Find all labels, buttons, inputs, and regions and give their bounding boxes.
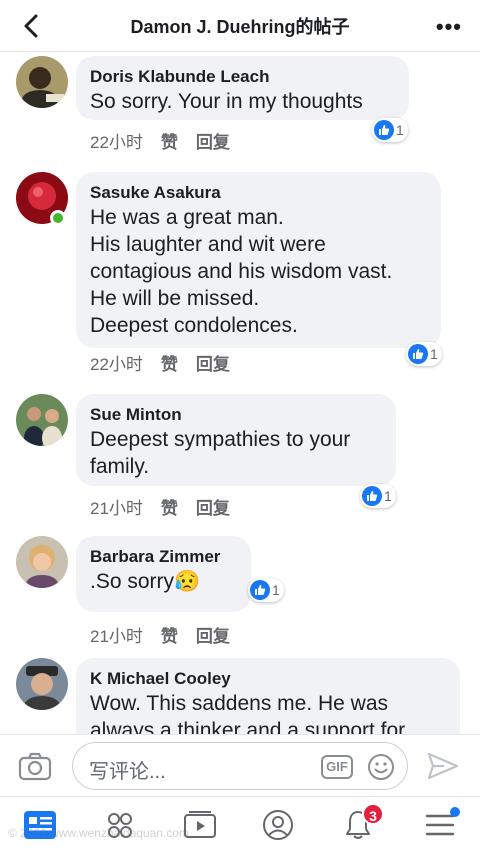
comment-actions: 21小时 赞 回复 [90,622,230,647]
emoji-icon[interactable] [367,753,395,781]
comment-bubble: Sue Minton Deepest sympathies to your fa… [76,394,396,486]
comment-time: 21小时 [90,627,143,646]
bottom-tab-bar: 3 [0,796,480,853]
back-arrow-icon[interactable] [18,12,46,40]
reply-button[interactable]: 回复 [196,622,230,647]
thumbs-up-icon [374,120,394,140]
like-button[interactable]: 赞 [161,622,178,647]
commenter-name[interactable]: Sasuke Asakura [90,182,427,204]
gif-button[interactable]: GIF [321,755,353,779]
commenter-name[interactable]: Barbara Zimmer [90,546,237,568]
comment-bubble: K Michael Cooley Wow. This saddens me. H… [76,658,460,734]
reaction-count[interactable]: 1 [248,578,284,602]
comment-text: Deepest sympathies to your family. [90,428,351,478]
online-status-icon [50,210,66,226]
avatar[interactable] [16,56,68,108]
like-button[interactable]: 赞 [161,350,178,375]
commenter-name[interactable]: K Michael Cooley [90,668,446,690]
comment-time: 22小时 [90,133,143,152]
avatar[interactable] [16,658,68,710]
reaction-count[interactable]: 1 [406,342,442,366]
page-title: Damon J. Duehring的帖子 [130,16,350,37]
commenter-name[interactable]: Doris Klabunde Leach [90,66,395,88]
comment-actions: 22小时 赞 回复 [90,350,230,375]
reply-button[interactable]: 回复 [196,128,230,153]
comment-text: .So sorry😥 [90,570,201,593]
reply-button[interactable]: 回复 [196,494,230,519]
reaction-count[interactable]: 1 [372,118,408,142]
comment-time: 21小时 [90,499,143,518]
avatar[interactable] [16,394,68,446]
comment-input-placeholder: 写评论... [89,761,166,783]
tab-profile[interactable] [258,805,298,845]
thumbs-up-icon [362,486,382,506]
comment-text: Wow. This saddens me. He was always a th… [90,692,406,734]
menu-indicator-dot [450,807,460,817]
thumbs-up-icon [408,344,428,364]
comment-bubble: Sasuke Asakura He was a great man. His l… [76,172,441,348]
reaction-count[interactable]: 1 [360,484,396,508]
comment-composer: 写评论... GIF [0,734,480,796]
commenter-name[interactable]: Sue Minton [90,404,382,426]
watermark: © 2021 www.wenzhaidaquan.com [8,826,189,840]
avatar[interactable] [16,536,68,588]
comment-input[interactable]: 写评论... GIF [72,742,408,790]
comment-bubble: Doris Klabunde Leach So sorry. Your in m… [76,56,409,120]
comment-text: He was a great man. His laughter and wit… [90,206,393,337]
comment-text: So sorry. Your in my thoughts [90,90,363,113]
comment-list: Doris Klabunde Leach So sorry. Your in m… [0,52,480,734]
like-button[interactable]: 赞 [161,494,178,519]
comment-actions: 21小时 赞 回复 [90,494,230,519]
notification-badge: 3 [362,803,384,825]
like-button[interactable]: 赞 [161,128,178,153]
camera-icon[interactable] [18,751,52,781]
comment-time: 22小时 [90,355,143,374]
profile-icon [263,810,293,840]
menu-icon [425,814,455,836]
thumbs-up-icon [250,580,270,600]
more-options-icon[interactable]: ••• [436,14,462,40]
send-icon[interactable] [426,751,460,781]
comment-bubble: Barbara Zimmer .So sorry😥 [76,536,251,612]
comment-actions: 22小时 赞 回复 [90,128,230,153]
top-bar: Damon J. Duehring的帖子 ••• [0,0,480,52]
reply-button[interactable]: 回复 [196,350,230,375]
